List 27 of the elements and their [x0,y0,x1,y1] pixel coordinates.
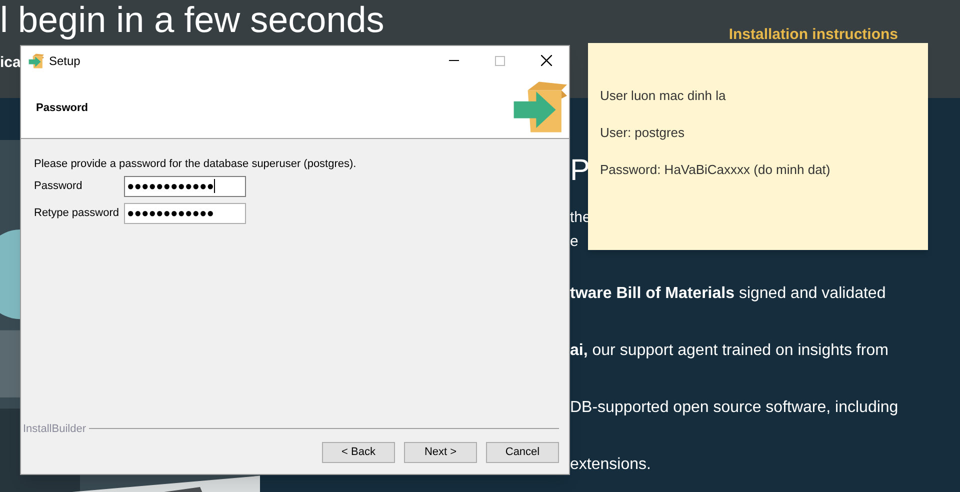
paragraph-line: e [570,232,578,252]
feature-text: tware Bill of Materials signed and validated [570,284,887,304]
brand-label: InstallBuilder [23,422,86,436]
close-icon [540,55,552,66]
password-field[interactable]: ●●●●●●●●●●●● [124,176,246,196]
field-label: Password [34,178,84,194]
feature-text: extensions. [570,455,652,475]
feature-text: DB-supported open source software, including [570,398,898,418]
dialog-button[interactable]: Cancel [486,442,559,463]
box-arrow-icon [28,52,44,68]
page-heading: l begin in a few seconds [0,2,384,38]
note-text: User: postgres [600,124,686,142]
minimize-icon [449,60,459,61]
prompt-text: Please provide a password for the database superuser (postgres). [34,157,358,172]
dialog-button[interactable]: Next > [404,442,477,463]
dialog-button[interactable]: < Back [322,442,395,463]
maximize-icon [495,56,505,66]
page-title: Password [36,100,88,116]
section-heading: P [570,156,590,186]
note-text: User luon mac dinh la [600,87,727,105]
feature-text: ai, our support agent trained on insights from [570,341,890,361]
password-field[interactable]: ●●●●●●●●●●●● [124,202,246,224]
note-text: Password: HaVaBiCaxxxx (do minh dat) [600,161,832,179]
window-title: Setup [49,52,80,70]
installation-link[interactable]: Installation instructions [728,27,898,42]
field-label: Retype password [34,206,120,221]
page-subheading: ica [0,53,21,73]
